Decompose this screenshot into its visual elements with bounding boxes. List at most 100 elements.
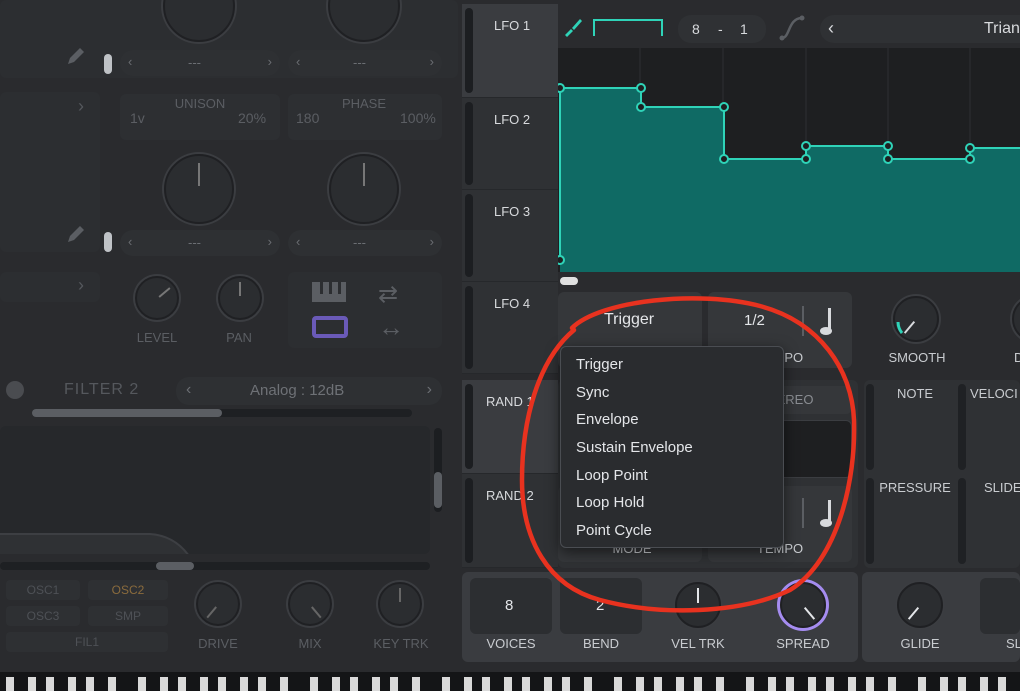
- delay-knob[interactable]: [1012, 296, 1020, 342]
- piano-key[interactable]: [716, 677, 724, 691]
- piano-key[interactable]: [240, 677, 248, 691]
- piano-key[interactable]: [676, 677, 684, 691]
- lfo-graph[interactable]: [558, 48, 1020, 272]
- piano-key[interactable]: [998, 677, 1006, 691]
- piano-key[interactable]: [200, 677, 208, 691]
- tab-lfo-1[interactable]: LFO 1: [462, 4, 558, 98]
- piano-key[interactable]: [160, 677, 168, 691]
- pencil-icon[interactable]: [64, 44, 88, 68]
- tab-lfo-3[interactable]: LFO 3: [462, 190, 558, 282]
- chevron-left-icon[interactable]: ‹: [828, 18, 834, 39]
- tab-lfo-4[interactable]: LFO 4: [462, 282, 558, 374]
- glide-knob[interactable]: [897, 582, 943, 628]
- piano-key[interactable]: [482, 677, 490, 691]
- piano-key[interactable]: [522, 677, 530, 691]
- menu-item-envelope[interactable]: Envelope: [576, 411, 639, 428]
- smooth-curve-icon[interactable]: [778, 14, 806, 42]
- bend-value[interactable]: 2: [596, 597, 604, 614]
- slide-source-label[interactable]: SLIDE: [984, 480, 1020, 495]
- menu-item-loop-hold[interactable]: Loop Hold: [576, 494, 644, 511]
- scrollbar-osc-mid[interactable]: [104, 232, 112, 252]
- keytrk-knob[interactable]: [378, 582, 422, 626]
- menu-item-trigger[interactable]: Trigger: [576, 356, 623, 373]
- piano-key[interactable]: [68, 677, 76, 691]
- piano-key[interactable]: [86, 677, 94, 691]
- piano-key[interactable]: [636, 677, 644, 691]
- lfo-mode-value[interactable]: Trigger: [604, 311, 654, 329]
- note-source-label[interactable]: NOTE: [880, 386, 950, 401]
- piano-key[interactable]: [614, 677, 622, 691]
- piano-key[interactable]: [562, 677, 570, 691]
- shuffle-icon[interactable]: ⇄: [378, 280, 418, 308]
- pencil-icon[interactable]: [64, 222, 88, 246]
- piano-key[interactable]: [390, 677, 398, 691]
- menu-item-point-cycle[interactable]: Point Cycle: [576, 522, 652, 539]
- paint-brush-icon[interactable]: [562, 16, 584, 38]
- note-icon[interactable]: [818, 306, 836, 336]
- routing-osc2[interactable]: OSC2: [88, 580, 168, 600]
- bidirectional-icon[interactable]: ↔: [378, 312, 418, 342]
- note-icon[interactable]: [818, 498, 836, 528]
- piano-key[interactable]: [544, 677, 552, 691]
- scrollbar-osc-top[interactable]: [104, 54, 112, 74]
- menu-item-sync[interactable]: Sync: [576, 384, 609, 401]
- piano-key[interactable]: [768, 677, 776, 691]
- phase-value[interactable]: 180: [296, 110, 319, 126]
- piano-key[interactable]: [280, 677, 288, 691]
- routing-osc3[interactable]: OSC3: [6, 606, 80, 626]
- piano-key[interactable]: [138, 677, 146, 691]
- piano-key[interactable]: [46, 677, 54, 691]
- piano-key[interactable]: [464, 677, 472, 691]
- piano-key[interactable]: [786, 677, 794, 691]
- piano-key[interactable]: [442, 677, 450, 691]
- unison-voices[interactable]: 1v: [130, 110, 145, 126]
- chevron-right-icon[interactable]: ›: [78, 275, 84, 296]
- unison-detune[interactable]: 20%: [238, 110, 266, 126]
- piano-key[interactable]: [808, 677, 816, 691]
- wavetable-selector-2[interactable]: ‹ --- ›: [288, 50, 442, 76]
- piano-key[interactable]: [108, 677, 116, 691]
- mix-knob[interactable]: [288, 582, 332, 626]
- piano-key[interactable]: [918, 677, 926, 691]
- piano-key[interactable]: [848, 677, 856, 691]
- piano-key[interactable]: [888, 677, 896, 691]
- spread-knob[interactable]: [780, 582, 826, 628]
- piano-key[interactable]: [746, 677, 754, 691]
- selector-4[interactable]: ‹ --- ›: [288, 230, 442, 256]
- piano-key[interactable]: [218, 677, 226, 691]
- loop-icon[interactable]: [310, 312, 350, 340]
- unison-knob[interactable]: [164, 154, 234, 224]
- filter2-type-selector[interactable]: ‹ Analog : 12dB ›: [176, 377, 442, 405]
- pressure-source-label[interactable]: PRESSURE: [878, 480, 952, 495]
- menu-item-sustain-envelope[interactable]: Sustain Envelope: [576, 439, 693, 456]
- chevron-right-icon[interactable]: ›: [78, 96, 84, 117]
- filter-hscroll[interactable]: [0, 562, 430, 570]
- piano-key[interactable]: [412, 677, 420, 691]
- velocity-source-label[interactable]: VELOCI: [970, 386, 1018, 401]
- filter-scrollbar[interactable]: [434, 428, 442, 512]
- phase-knob[interactable]: [329, 154, 399, 224]
- filter-response-display[interactable]: [0, 426, 430, 554]
- grid-size-selector[interactable]: 8 - 1: [678, 15, 766, 43]
- piano-key[interactable]: [372, 677, 380, 691]
- piano-key[interactable]: [258, 677, 266, 691]
- keyboard-icon[interactable]: [310, 280, 350, 304]
- piano-key[interactable]: [6, 677, 14, 691]
- lfo-preset-selector[interactable]: ‹ Trian: [820, 15, 1020, 43]
- slope-box[interactable]: [980, 578, 1020, 634]
- veltrk-knob[interactable]: [675, 582, 721, 628]
- piano-key[interactable]: [28, 677, 36, 691]
- pan-knob[interactable]: [218, 276, 262, 320]
- piano-key[interactable]: [980, 677, 988, 691]
- piano-key[interactable]: [958, 677, 966, 691]
- piano-key[interactable]: [826, 677, 834, 691]
- piano-key[interactable]: [178, 677, 186, 691]
- phase-random[interactable]: 100%: [400, 110, 436, 126]
- menu-item-loop-point[interactable]: Loop Point: [576, 467, 648, 484]
- drive-knob[interactable]: [196, 582, 240, 626]
- lfo-rate-value[interactable]: 1/2: [744, 312, 765, 329]
- piano-key[interactable]: [694, 677, 702, 691]
- filter2-power-icon[interactable]: [6, 381, 24, 399]
- paint-shape-selector[interactable]: [590, 16, 666, 40]
- piano-key[interactable]: [350, 677, 358, 691]
